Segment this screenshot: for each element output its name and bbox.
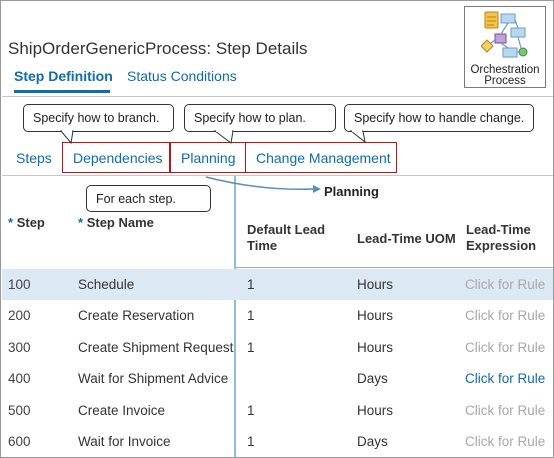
step-details-screen: ShipOrderGenericProcess: Step Details Or… — [0, 0, 554, 458]
callout-pointers — [59, 130, 366, 193]
